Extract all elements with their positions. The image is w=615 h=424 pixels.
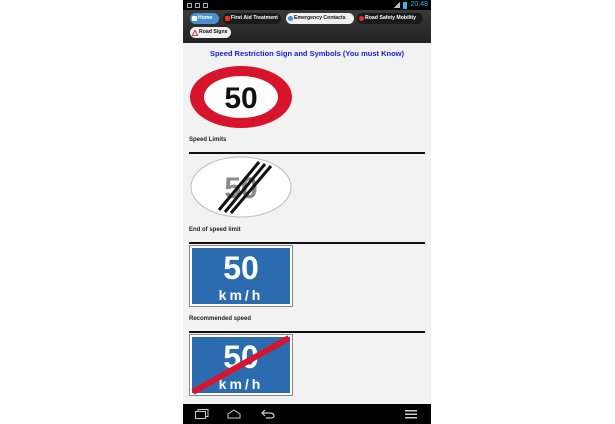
- status-time: 20:48: [410, 1, 428, 8]
- sign-number: 50: [223, 250, 259, 286]
- phone-icon: [288, 16, 293, 21]
- recent-apps-icon[interactable]: [195, 409, 209, 419]
- sign-label: Speed Limits: [189, 137, 227, 143]
- tab-label: Road Signs: [199, 29, 228, 35]
- no-entry-icon: [359, 16, 364, 21]
- tab-label: First Aid Treatment: [230, 15, 278, 21]
- sign-unit: km/h: [219, 287, 264, 303]
- notification-icon: [187, 2, 192, 8]
- content-area: Speed Restriction Sign and Symbols (You …: [183, 43, 431, 404]
- tab-label: Home: [198, 15, 213, 21]
- page-title: Speed Restriction Sign and Symbols (You …: [209, 49, 405, 58]
- tab-first-aid[interactable]: First Aid Treatment: [223, 13, 281, 24]
- device-screen: 20:48 Home First Aid Treatment Emergency…: [183, 0, 431, 424]
- sign-label: End of speed limit: [189, 227, 241, 233]
- divider: [189, 331, 425, 333]
- back-icon[interactable]: [261, 409, 275, 419]
- tab-label: Road Safety Mobility: [365, 15, 417, 21]
- end-recommended-speed-sign: 50 km/h: [189, 334, 293, 396]
- sign-number: 50: [224, 82, 257, 115]
- status-bar: 20:48: [183, 0, 431, 10]
- recommended-speed-sign: 50 km/h: [189, 245, 293, 307]
- home-icon: [192, 16, 197, 21]
- system-nav-bar: [183, 404, 431, 424]
- tab-road-signs[interactable]: Road Signs: [190, 27, 231, 38]
- divider: [189, 152, 425, 154]
- tab-bar: Home First Aid Treatment Emergency Conta…: [183, 10, 431, 43]
- end-speed-limit-sign: 50: [190, 156, 292, 218]
- notification-icon: [195, 2, 200, 8]
- warning-icon: [192, 29, 198, 36]
- home-nav-icon[interactable]: [227, 409, 241, 419]
- sign-label: Recommended speed: [189, 316, 252, 322]
- tab-label: Emergency Contacts: [294, 15, 346, 21]
- battery-icon: [403, 1, 408, 9]
- tab-emergency-contacts[interactable]: Emergency Contacts: [286, 13, 354, 24]
- first-aid-icon: [225, 16, 230, 21]
- tab-home[interactable]: Home: [190, 13, 219, 24]
- signal-icon: [393, 2, 401, 8]
- menu-icon[interactable]: [405, 409, 417, 419]
- speed-limit-sign: 50: [190, 66, 292, 128]
- divider: [189, 242, 425, 244]
- sign-unit: km/h: [219, 376, 264, 392]
- notification-icon: [203, 2, 208, 8]
- tab-road-safety[interactable]: Road Safety Mobility: [357, 13, 423, 24]
